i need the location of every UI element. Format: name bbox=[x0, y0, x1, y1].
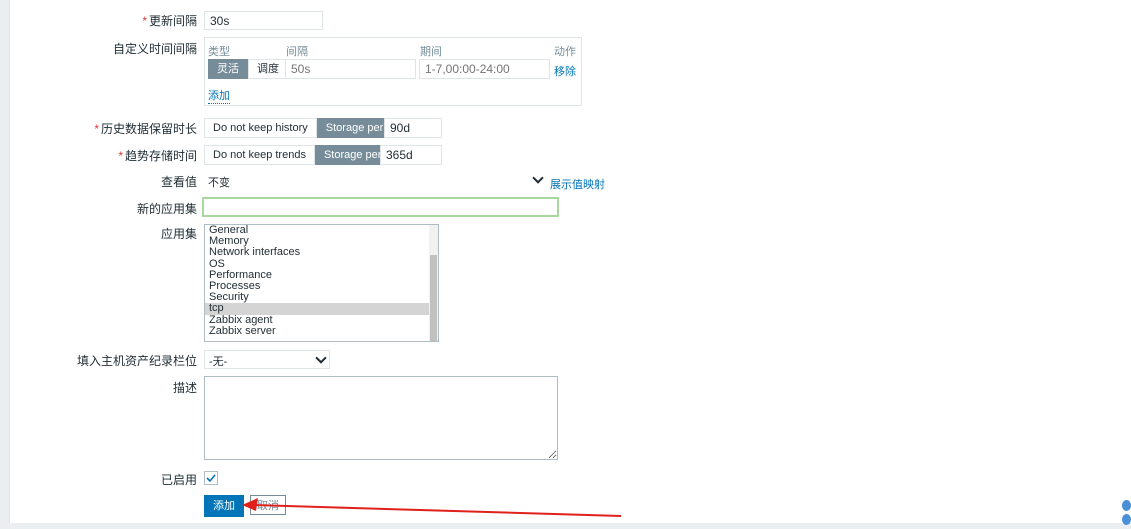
arrow-line bbox=[251, 504, 622, 517]
arrow-head bbox=[242, 498, 258, 511]
float-chat-icon[interactable] bbox=[1122, 514, 1131, 525]
float-help-icon[interactable] bbox=[1122, 500, 1131, 511]
annotation-arrow bbox=[242, 498, 622, 517]
